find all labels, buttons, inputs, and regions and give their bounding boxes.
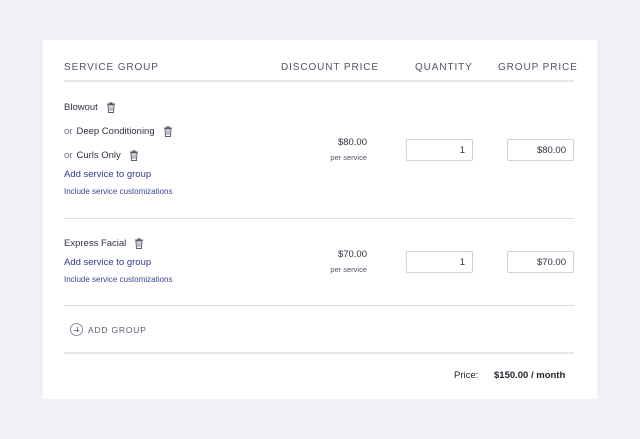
- service-item: or Curls Only: [64, 150, 139, 161]
- service-name: Deep Conditioning: [76, 126, 155, 137]
- footer-divider: [64, 352, 574, 354]
- add-group-label: ADD GROUP: [88, 324, 147, 335]
- discount-price: $80.00: [337, 137, 367, 148]
- service-name: Curls Only: [76, 150, 121, 161]
- per-service-label: per service: [330, 265, 367, 274]
- trash-icon[interactable]: [163, 126, 173, 137]
- service-or-label: or: [64, 150, 73, 161]
- service-groups-card: SERVICE GROUP DISCOUNT PRICE QUANTITY GR…: [43, 40, 597, 399]
- price-total: $150.00 / month: [494, 370, 566, 381]
- quantity-input[interactable]: 1: [406, 139, 473, 161]
- plus-circle-icon: [70, 323, 83, 336]
- header-group-price: GROUP PRICE: [498, 62, 578, 73]
- group-price-input[interactable]: $70.00: [507, 251, 574, 273]
- per-service-label: per service: [330, 153, 367, 162]
- price-label: Price:: [454, 370, 479, 381]
- include-customizations-link[interactable]: Include service customizations: [64, 275, 173, 284]
- group-divider: [64, 218, 574, 219]
- group-price-input[interactable]: $80.00: [507, 139, 574, 161]
- trash-icon[interactable]: [106, 102, 116, 113]
- service-item: Blowout: [64, 102, 116, 113]
- header-divider: [64, 80, 574, 82]
- include-customizations-link[interactable]: Include service customizations: [64, 187, 173, 196]
- service-item: or Deep Conditioning: [64, 126, 173, 137]
- header-discount-price: DISCOUNT PRICE: [281, 62, 379, 73]
- group-divider: [64, 305, 574, 306]
- header-quantity: QUANTITY: [415, 62, 473, 73]
- header-service-group: SERVICE GROUP: [64, 62, 159, 73]
- service-or-label: or: [64, 126, 73, 137]
- add-service-link[interactable]: Add service to group: [64, 257, 151, 268]
- add-service-link[interactable]: Add service to group: [64, 169, 151, 180]
- service-name: Blowout: [64, 102, 98, 113]
- service-name: Express Facial: [64, 238, 127, 249]
- add-group-button[interactable]: ADD GROUP: [70, 323, 147, 336]
- service-item: Express Facial: [64, 238, 144, 249]
- quantity-input[interactable]: 1: [406, 251, 473, 273]
- discount-price: $70.00: [337, 249, 367, 260]
- trash-icon[interactable]: [134, 238, 144, 249]
- trash-icon[interactable]: [129, 150, 139, 161]
